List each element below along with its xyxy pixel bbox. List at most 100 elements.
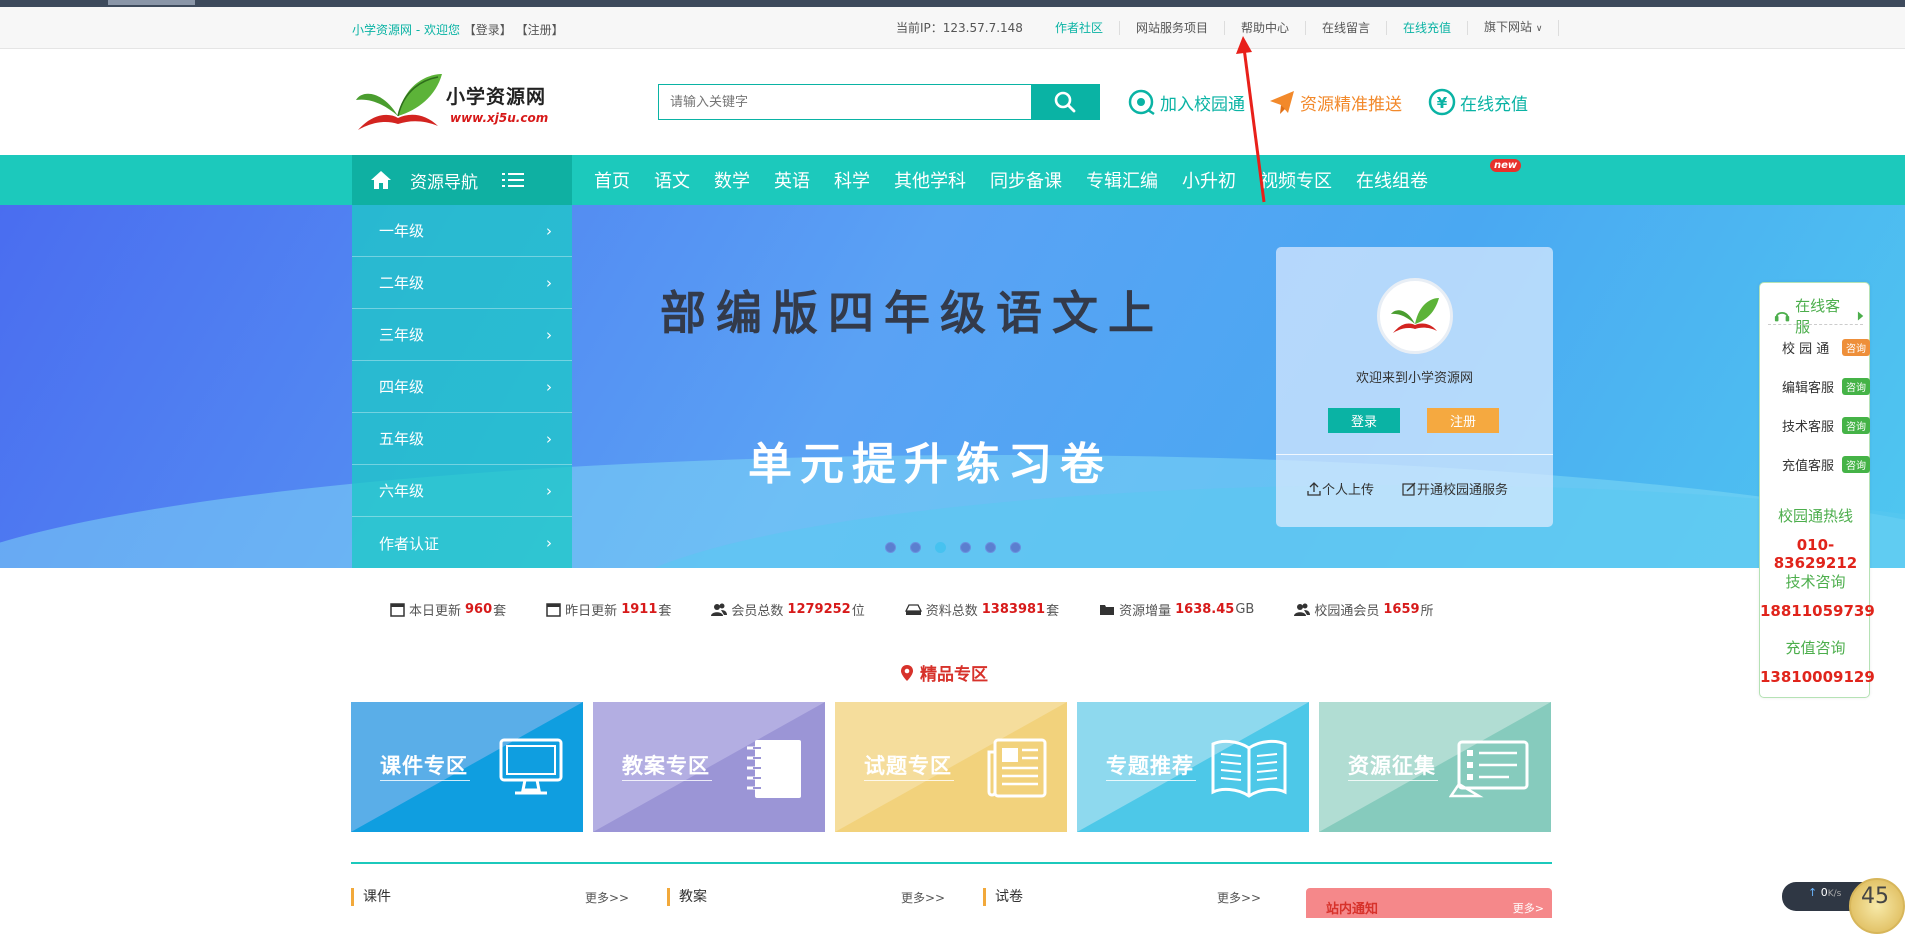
banner-dot[interactable] (960, 542, 971, 553)
grade-item-5[interactable]: 五年级 › (352, 413, 572, 465)
speed-percent: 45 (1861, 884, 1889, 909)
grade-item-4[interactable]: 四年级 › (352, 361, 572, 413)
consult-badge[interactable]: 咨询 (1842, 338, 1870, 356)
sub-sites-dropdown[interactable]: 旗下网站 ∨ (1468, 20, 1560, 36)
nav-item-other-subjects[interactable]: 其他学科 (882, 167, 978, 193)
featured-section-title: 精品专区 (900, 660, 988, 685)
stat-value: 1911 (621, 601, 658, 617)
newspaper-icon (987, 738, 1047, 798)
tile-recommended-topics[interactable]: 专题推荐 (1077, 702, 1309, 832)
personal-upload-link[interactable]: 个人上传 (1306, 479, 1374, 498)
search-input[interactable] (659, 85, 1031, 119)
more-lesson-plans-link[interactable]: 更多>> (901, 889, 945, 906)
grade-item-3[interactable]: 三年级 › (352, 309, 572, 361)
nav-items: 首页 语文 数学 英语 科学 其他学科 同步备课 专辑汇编 小升初 视频专区 在… (582, 155, 1440, 205)
consult-badge[interactable]: 咨询 (1842, 455, 1870, 473)
calendar-icon (390, 602, 405, 617)
site-logo[interactable]: 小学资源网 www.xj5u.com (352, 70, 562, 140)
nav-item-videos[interactable]: 视频专区 (1248, 167, 1344, 193)
stat-unit: 套 (658, 603, 672, 619)
service-row-campus[interactable]: 校 园 通咨询 (1760, 335, 1871, 359)
search-box (658, 84, 1100, 120)
nav-item-math[interactable]: 数学 (702, 167, 762, 193)
svg-text:¥: ¥ (1437, 94, 1448, 112)
tile-exam-papers[interactable]: 试题专区 (835, 702, 1067, 832)
network-speed-widget[interactable]: ↑ 0K/s 45 (1782, 878, 1905, 934)
list-menu-icon (502, 173, 524, 187)
precise-push-label: 资源精准推送 (1300, 94, 1402, 115)
service-header[interactable]: 在线客服 (1774, 295, 1864, 337)
open-campus-link[interactable]: 开通校园通服务 (1401, 479, 1508, 498)
open-campus-label: 开通校园通服务 (1417, 483, 1509, 498)
nav-item-science[interactable]: 科学 (822, 167, 882, 193)
hotline-number: 010-83629212 (1773, 536, 1858, 572)
nav-item-lesson-prep[interactable]: 同步备课 (978, 167, 1074, 193)
speed-readout: ↑ 0K/s (1808, 886, 1841, 899)
nav-item-english[interactable]: 英语 (762, 167, 822, 193)
author-community-link[interactable]: 作者社区 (1039, 21, 1120, 35)
leaf-avatar-icon (1391, 298, 1439, 333)
service-projects-link[interactable]: 网站服务项目 (1120, 21, 1225, 35)
arrow-up-icon: ↑ (1808, 886, 1818, 899)
banner-subheadline: 单元提升练习卷 (748, 439, 1112, 490)
grade-item-1[interactable]: 一年级 › (352, 205, 572, 257)
register-link[interactable]: 【注册】 (516, 23, 564, 37)
tile-courseware[interactable]: 课件专区 (351, 702, 583, 832)
nav-item-albums[interactable]: 专辑汇编 (1074, 167, 1170, 193)
grade-label: 三年级 (379, 326, 425, 344)
consult-badge[interactable]: 咨询 (1842, 416, 1870, 434)
register-button[interactable]: 注册 (1427, 408, 1499, 433)
precise-push-link[interactable]: 资源精准推送 (1268, 86, 1402, 118)
grade-item-2[interactable]: 二年级 › (352, 257, 572, 309)
tile-lesson-plans[interactable]: 教案专区 (593, 702, 825, 832)
banner-dot[interactable] (1010, 542, 1021, 553)
stats-bar: 本日更新 960 套 昨日更新 1911 套 会员总数 1279252 位 资料总数 1383… (390, 598, 1520, 620)
section-exams: 试卷 (983, 888, 1023, 906)
consult-badge[interactable]: 咨询 (1842, 377, 1870, 395)
online-recharge-link[interactable]: 在线充值 (1387, 21, 1469, 35)
stat-label: 会员总数 (731, 603, 784, 619)
banner-dot[interactable] (885, 542, 896, 553)
nav-item-junior-entrance[interactable]: 小升初 (1170, 167, 1248, 193)
play-arrow-icon (1857, 311, 1864, 321)
search-button[interactable] (1031, 85, 1099, 119)
hard-drive-icon (904, 603, 922, 615)
more-exams-link[interactable]: 更多>> (1217, 889, 1261, 906)
banner-dot[interactable] (985, 542, 996, 553)
main-nav: 资源导航 首页 语文 数学 英语 科学 其他学科 同步备课 专辑汇编 小升初 视… (0, 155, 1905, 205)
nav-item-chinese[interactable]: 语文 (642, 167, 702, 193)
tile-underline (1106, 780, 1196, 781)
featured-title-text: 精品专区 (920, 665, 988, 685)
banner-dot[interactable] (910, 542, 921, 553)
join-campus-link[interactable]: 加入校园通 (1128, 86, 1245, 118)
service-row-tech[interactable]: 技术客服 咨询 (1760, 413, 1871, 437)
grade-item-6[interactable]: 六年级 › (352, 465, 572, 517)
home-icon (371, 171, 391, 189)
tech-label: 技术咨询 (1785, 573, 1846, 591)
stat-label: 昨日更新 (565, 603, 618, 619)
login-button[interactable]: 登录 (1328, 408, 1400, 433)
service-row-editor[interactable]: 编辑客服 咨询 (1760, 374, 1871, 398)
service-row-recharge[interactable]: 充值客服 咨询 (1760, 452, 1871, 476)
customer-service-panel: 在线客服 校 园 通咨询 编辑客服 咨询 技术客服 咨询 充值客服 咨询 校园通热线 … (1759, 282, 1875, 698)
more-courseware-link[interactable]: 更多>> (585, 889, 629, 906)
location-pin-icon (901, 664, 913, 681)
header-recharge-link[interactable]: ¥ 在线充值 (1428, 86, 1528, 118)
tile-resource-collection[interactable]: 资源征集 (1319, 702, 1551, 832)
help-center-link[interactable]: 帮助中心 (1225, 21, 1306, 35)
more-notice-link[interactable]: 更多> (1513, 900, 1544, 916)
nav-item-home[interactable]: 首页 (582, 167, 642, 193)
nav-item-online-exam[interactable]: 在线组卷 (1344, 167, 1440, 193)
banner-dot-active[interactable] (935, 542, 946, 553)
headset-icon (1774, 311, 1790, 322)
personal-upload-label: 个人上传 (1322, 483, 1375, 498)
online-message-link[interactable]: 在线留言 (1306, 21, 1387, 35)
login-link[interactable]: 【登录】 (464, 23, 512, 37)
form-list-icon (1449, 740, 1529, 798)
author-cert-item[interactable]: 作者认证 › (352, 517, 572, 569)
resource-nav-button[interactable]: 资源导航 (352, 155, 572, 205)
hero-banner[interactable]: 部编版四年级语文上 单元提升练习卷 (0, 205, 1905, 568)
chevron-down-icon: ∨ (1535, 24, 1543, 34)
chevron-right-icon: › (546, 534, 552, 552)
stat-unit: GB (1235, 601, 1255, 617)
